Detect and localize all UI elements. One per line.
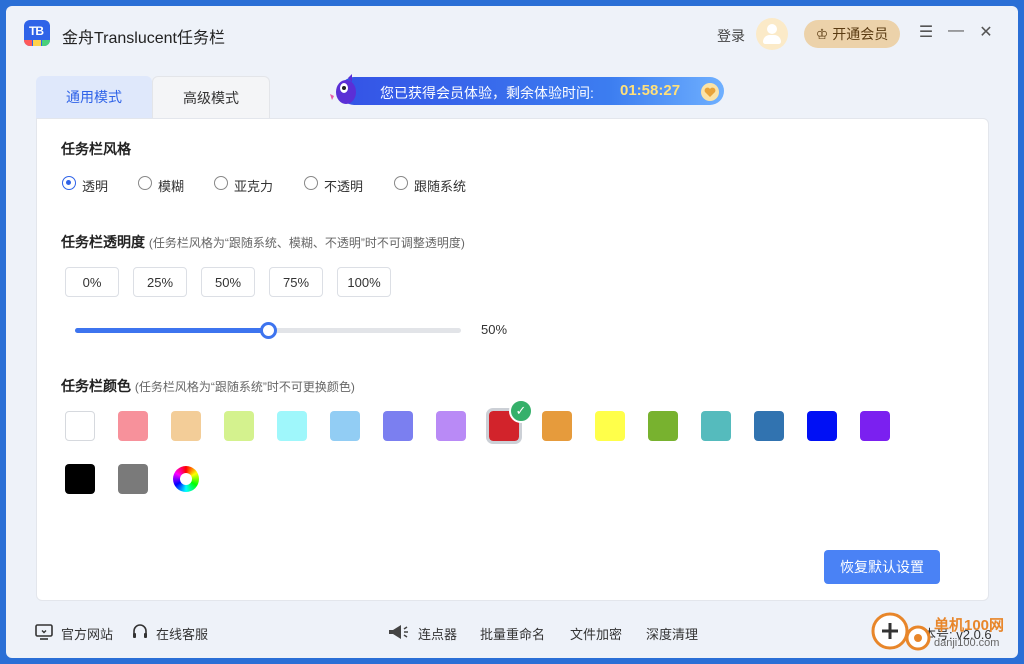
- opacity-slider[interactable]: [75, 322, 461, 339]
- tab-advanced-mode[interactable]: 高级模式: [152, 76, 270, 119]
- footer-deep-clean[interactable]: 深度清理: [646, 624, 698, 643]
- watermark-logo: 单机100网 danji100.com: [871, 612, 1004, 651]
- app-window: TB 金舟Translucent任务栏 登录 ♔ 开通会员 ☰ — ✕ 通用模式…: [6, 6, 1018, 658]
- color-swatch[interactable]: [383, 411, 413, 441]
- heart-icon: [701, 83, 719, 101]
- color-swatch[interactable]: [595, 411, 625, 441]
- color-swatch[interactable]: [807, 411, 837, 441]
- banner-text: 您已获得会员体验，剩余体验时间:: [380, 85, 594, 101]
- color-swatch[interactable]: [65, 411, 95, 441]
- color-swatch[interactable]: [648, 411, 678, 441]
- vip-button-label: 开通会员: [832, 26, 889, 42]
- headset-icon: [133, 624, 147, 638]
- footer-online-service[interactable]: 在线客服: [156, 624, 208, 643]
- menu-icon[interactable]: ☰: [916, 22, 936, 42]
- footer-batch-rename[interactable]: 批量重命名: [480, 624, 545, 643]
- color-swatch[interactable]: [754, 411, 784, 441]
- opacity-section-title: 任务栏透明度 (任务栏风格为“跟随系统、模糊、不透明”时不可调整透明度): [61, 234, 465, 250]
- login-link[interactable]: 登录: [717, 26, 745, 46]
- style-section-title: 任务栏风格: [61, 141, 131, 157]
- color-swatch[interactable]: [277, 411, 307, 441]
- color-swatch[interactable]: [118, 411, 148, 441]
- footer-autoclicker[interactable]: 连点器: [418, 624, 457, 643]
- trial-banner: 您已获得会员体验，剩余体验时间: 01:58:27: [328, 74, 724, 108]
- svg-text:单机100网: 单机100网: [934, 616, 1004, 634]
- app-logo: TB: [24, 20, 50, 46]
- avatar[interactable]: [756, 18, 788, 50]
- minimize-button[interactable]: —: [946, 22, 966, 40]
- opacity-slider-thumb[interactable]: [260, 322, 277, 339]
- vip-button[interactable]: ♔ 开通会员: [804, 20, 900, 48]
- color-swatch[interactable]: [542, 411, 572, 441]
- logo-text: TB: [29, 24, 44, 38]
- opacity-preset-100[interactable]: 100%: [337, 267, 391, 297]
- opacity-preset-25[interactable]: 25%: [133, 267, 187, 297]
- crown-icon: ♔: [815, 26, 829, 42]
- svg-text:danji100.com: danji100.com: [934, 637, 999, 649]
- color-swatch[interactable]: [436, 411, 466, 441]
- megaphone-icon: [389, 625, 408, 639]
- tab-general-mode[interactable]: 通用模式: [36, 76, 152, 118]
- mascot-icon: [330, 74, 356, 104]
- monitor-icon: [35, 624, 53, 640]
- color-wheel-icon[interactable]: [173, 466, 199, 492]
- color-swatch[interactable]: [860, 411, 890, 441]
- color-section-title: 任务栏颜色 (任务栏风格为“跟随系统”时不可更换颜色): [61, 378, 355, 394]
- color-swatch[interactable]: [171, 411, 201, 441]
- color-swatch[interactable]: [118, 464, 148, 494]
- opacity-value: 50%: [481, 322, 508, 337]
- reset-defaults-button[interactable]: 恢复默认设置: [824, 550, 940, 584]
- opacity-preset-75[interactable]: 75%: [269, 267, 323, 297]
- color-note: (任务栏风格为“跟随系统”时不可更换颜色): [134, 380, 355, 394]
- footer-official-site[interactable]: 官方网站: [61, 624, 113, 643]
- opacity-preset-0[interactable]: 0%: [65, 267, 119, 297]
- banner-countdown: 01:58:27: [620, 82, 681, 99]
- color-swatch[interactable]: [65, 464, 95, 494]
- footer-file-encrypt[interactable]: 文件加密: [570, 624, 622, 643]
- settings-panel: 任务栏风格 透明 模糊 亚克力 不透明 跟随系统 任务栏透明度 (任务栏风格为“…: [36, 118, 989, 601]
- opacity-slider-fill: [75, 328, 268, 333]
- close-button[interactable]: ✕: [976, 22, 996, 42]
- opacity-note: (任务栏风格为“跟随系统、模糊、不透明”时不可调整透明度): [148, 236, 465, 250]
- opacity-preset-50[interactable]: 50%: [201, 267, 255, 297]
- app-title: 金舟Translucent任务栏: [62, 30, 226, 47]
- title-bar: TB 金舟Translucent任务栏 登录 ♔ 开通会员 ☰ — ✕: [6, 6, 1018, 62]
- footer: 官方网站 在线客服 连点器 批量重命名 文件加密 深度清理 版本号: v2.0.…: [6, 610, 1018, 650]
- color-swatch[interactable]: [224, 411, 254, 441]
- color-swatch[interactable]: [701, 411, 731, 441]
- color-swatch[interactable]: [330, 411, 360, 441]
- check-icon: ✓: [509, 399, 533, 423]
